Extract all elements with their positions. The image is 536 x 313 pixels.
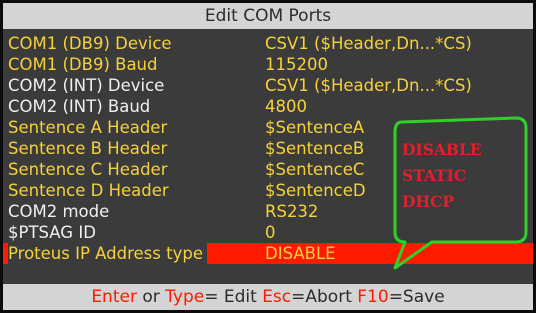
settings-row-sentence-a[interactable]: Sentence A Header $SentenceA bbox=[3, 117, 533, 138]
setting-value: 4800 bbox=[265, 97, 307, 116]
callout-option-static: STATIC bbox=[402, 166, 467, 185]
type-key-hint: Type bbox=[165, 287, 205, 307]
settings-row-com1-baud[interactable]: COM1 (DB9) Baud 115200 bbox=[3, 54, 533, 75]
settings-row-ip-address-type[interactable]: Proteus IP Address type DISABLE bbox=[3, 243, 533, 264]
setting-value: $SentenceB bbox=[265, 139, 365, 158]
settings-row-ptsag-id[interactable]: $PTSAG ID 0 bbox=[3, 222, 533, 243]
setting-value: 115200 bbox=[265, 55, 328, 74]
setting-value: RS232 bbox=[265, 202, 319, 221]
setting-label: $PTSAG ID bbox=[8, 223, 96, 242]
setting-value: CSV1 ($Header,Dn...*CS) bbox=[265, 34, 472, 53]
enter-key-hint: Enter bbox=[91, 287, 137, 307]
esc-key-hint: Esc bbox=[262, 287, 292, 307]
setting-value: $SentenceD bbox=[265, 181, 366, 200]
setting-value: DISABLE bbox=[265, 244, 336, 263]
setting-value: $SentenceA bbox=[265, 118, 365, 137]
setting-label: COM2 (INT) Device bbox=[8, 76, 165, 95]
key-hint-bar: Enter or Type= Edit Esc=Abort F10=Save bbox=[3, 284, 533, 310]
setting-label: COM1 (DB9) Device bbox=[8, 34, 172, 53]
setting-label: Sentence A Header bbox=[8, 118, 168, 137]
setting-label: Sentence D Header bbox=[8, 181, 169, 200]
hint-text: = Edit bbox=[204, 287, 263, 307]
setting-value: $SentenceC bbox=[265, 160, 365, 179]
setting-label: COM2 (INT) Baud bbox=[8, 97, 151, 116]
setting-value: CSV1 ($Header,Dn...*CS) bbox=[265, 76, 472, 95]
settings-row-com2-baud[interactable]: COM2 (INT) Baud 4800 bbox=[3, 96, 533, 117]
hint-text: =Abort bbox=[291, 287, 358, 307]
setting-value: 0 bbox=[265, 223, 276, 242]
setting-label: Sentence C Header bbox=[8, 160, 168, 179]
callout-option-dhcp: DHCP bbox=[402, 192, 455, 211]
hint-text: =Save bbox=[388, 287, 445, 307]
hint-text: or bbox=[136, 287, 166, 307]
settings-row-com1-device[interactable]: COM1 (DB9) Device CSV1 ($Header,Dn...*CS… bbox=[3, 33, 533, 54]
settings-row-com2-device[interactable]: COM2 (INT) Device CSV1 ($Header,Dn...*CS… bbox=[3, 75, 533, 96]
setting-label: COM1 (DB9) Baud bbox=[8, 55, 158, 74]
dialog-title: Edit COM Ports bbox=[3, 3, 533, 29]
f10-key-hint: F10 bbox=[357, 287, 389, 307]
setting-label: Proteus IP Address type bbox=[8, 243, 207, 264]
callout-option-disable: DISABLE bbox=[402, 140, 482, 159]
setting-label: COM2 mode bbox=[8, 202, 110, 221]
setting-label: Sentence B Header bbox=[8, 139, 168, 158]
